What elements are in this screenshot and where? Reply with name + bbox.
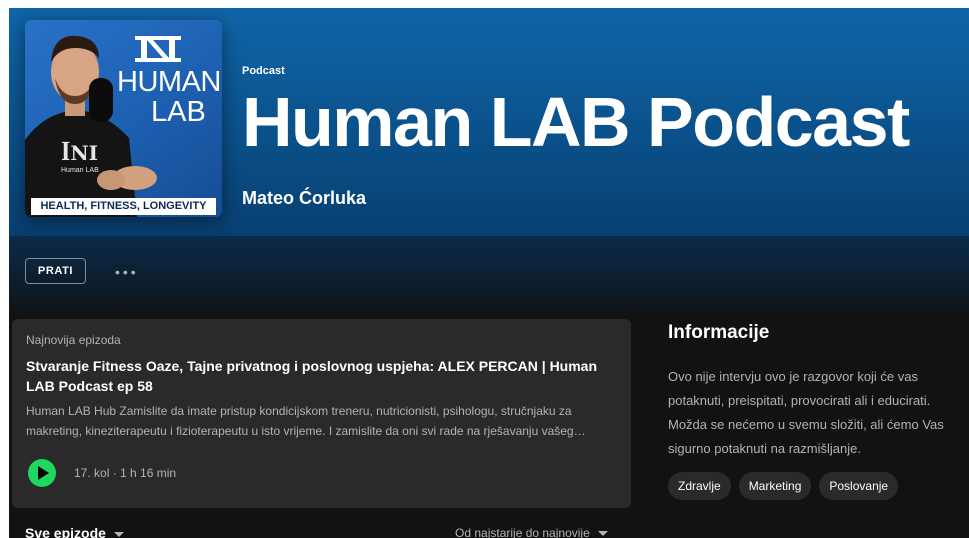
sort-dropdown[interactable]: Od najstarije do najnovije [455,526,608,538]
episodes-filter-label: Sve epizode [25,525,106,538]
info-heading: Informacije [668,322,770,343]
sort-label: Od najstarije do najnovije [455,526,590,538]
episodes-filter-dropdown[interactable]: Sve epizode [25,525,124,538]
svg-text:Human LAB: Human LAB [61,167,99,174]
category-tags: Zdravlje Marketing Poslovanje [668,472,899,500]
latest-episode-label: Najnovija epizoda [26,333,121,347]
tag-marketing[interactable]: Marketing [738,472,812,500]
info-description: Ovo nije intervju ovo je razgovor koji ć… [668,369,944,456]
tag-zdravlje[interactable]: Zdravlje [668,472,731,500]
play-icon[interactable] [28,459,56,487]
episode-description: Human LAB Hub Zamislite da imate pristup… [26,404,586,438]
svg-text:ꟾNI: ꟾNI [61,140,98,165]
episode-meta: 17. kol · 1 h 16 min [74,466,177,480]
podcast-cover: ꟾNI Human LAB HUMAN LAB HEALTH, FITNESS,… [25,20,222,217]
podcast-header: ꟾNI Human LAB HUMAN LAB HEALTH, FITNESS,… [9,8,969,236]
latest-episode-card[interactable]: Najnovija epizoda Stvaranje Fitness Oaze… [12,319,631,508]
header-fade [9,236,969,316]
chevron-down-icon [113,531,124,537]
cover-tagline: HEALTH, FITNESS, LONGEVITY [31,198,216,215]
podcast-author[interactable]: Mateo Ćorluka [242,188,366,209]
podcast-page: ꟾNI Human LAB HUMAN LAB HEALTH, FITNESS,… [9,8,969,538]
cover-title-line1: HUMAN [117,66,221,98]
page-title: Human LAB Podcast [242,83,910,161]
chevron-down-icon [597,531,608,537]
episode-title[interactable]: Stvaranje Fitness Oaze, Tajne privatnog … [26,356,616,396]
follow-button[interactable]: PRATI [25,258,86,284]
tag-poslovanje[interactable]: Poslovanje [819,472,899,500]
cover-title-line2: LAB [151,96,206,128]
content-type-label: Podcast [242,65,285,77]
more-icon[interactable]: ••• [115,264,139,280]
human-lab-logo [135,36,181,62]
